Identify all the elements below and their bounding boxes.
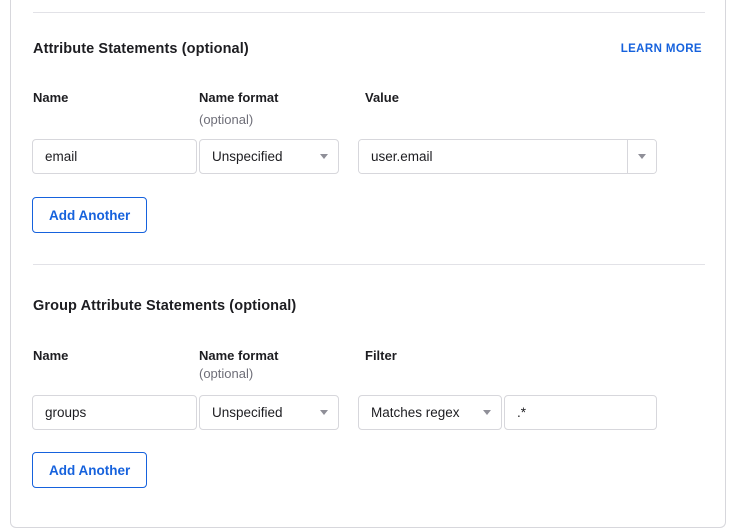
group-attribute-statement-row: Unspecified Matches regex [32,395,657,430]
attribute-name-input[interactable] [32,139,197,174]
column-header-filter: Filter [365,348,397,363]
column-header-name: Name [33,348,68,363]
name-format-optional-label: (optional) [199,366,253,381]
attribute-column-headers: Name Name format Value [33,90,705,104]
dropdown-arrow-icon [483,410,491,415]
learn-more-link[interactable]: LEARN MORE [621,43,702,55]
attribute-statement-row: Unspecified [32,139,657,174]
dropdown-arrow-icon [638,154,646,159]
dropdown-arrow-icon [320,154,328,159]
add-another-attribute-button[interactable]: Add Another [32,197,147,233]
group-name-format-selected-value: Unspecified [212,405,283,420]
attribute-name-format-selected-value: Unspecified [212,149,283,164]
group-filter-type-select[interactable]: Matches regex [358,395,502,430]
group-name-format-select[interactable]: Unspecified [199,395,339,430]
group-filter-value-input[interactable] [504,395,657,430]
attribute-name-format-select[interactable]: Unspecified [199,139,339,174]
dropdown-arrow-icon [320,410,328,415]
attribute-value-input[interactable] [359,140,627,173]
name-format-optional-label: (optional) [199,112,253,127]
column-header-name: Name [33,90,68,105]
attribute-value-dropdown-button[interactable] [627,140,656,173]
add-another-group-attribute-button[interactable]: Add Another [32,452,147,488]
section-divider [33,264,705,265]
group-attribute-statements-title: Group Attribute Statements (optional) [33,298,296,314]
group-filter-type-selected-value: Matches regex [371,405,460,420]
section-divider [33,12,705,13]
column-header-value: Value [365,90,399,105]
saml-settings-card: Attribute Statements (optional) LEARN MO… [10,0,726,528]
group-attribute-name-input[interactable] [32,395,197,430]
column-header-name-format: Name format [199,90,278,105]
group-attribute-column-headers: Name Name format Filter [33,348,705,362]
attribute-value-combobox [358,139,657,174]
attribute-statements-title: Attribute Statements (optional) [33,41,249,57]
column-header-name-format: Name format [199,348,278,363]
